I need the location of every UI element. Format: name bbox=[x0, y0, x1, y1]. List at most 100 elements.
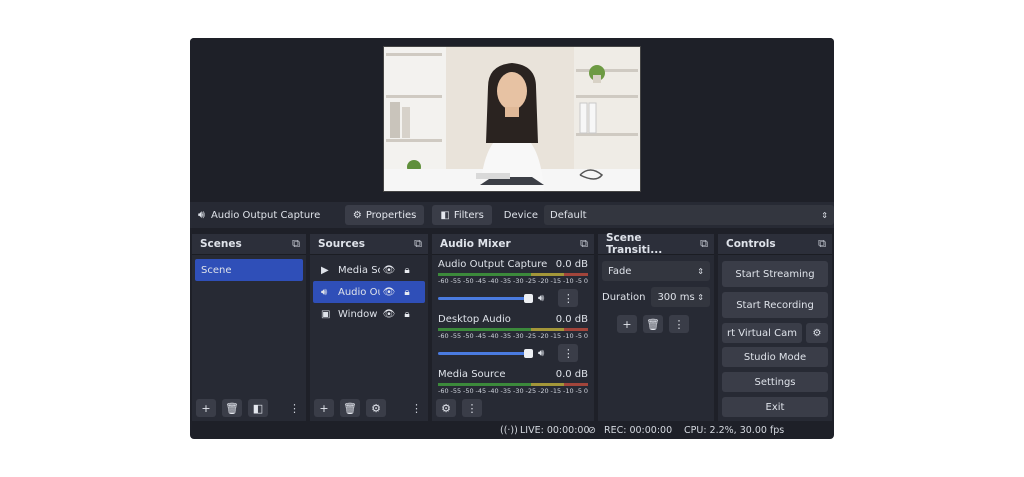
trash-icon[interactable]: 🗑︎ bbox=[222, 399, 242, 417]
transitions-header: Scene Transiti... ⧉ bbox=[598, 232, 714, 256]
channel-name: Audio Output Capture bbox=[438, 259, 548, 270]
filters-button[interactable]: ◧ Filters bbox=[432, 205, 492, 225]
scene-item[interactable]: Scene bbox=[195, 259, 303, 281]
tick: -55 bbox=[450, 277, 462, 285]
sources-footer: + 🗑︎ ⚙ ⋮ bbox=[310, 395, 428, 421]
meter-ticks: -60 -55 -50 -45 -40 -35 -30 -25 -20 -15 -10 -5 0 bbox=[438, 332, 588, 340]
channel-level: 0.0 dB bbox=[555, 259, 588, 270]
source-item-window[interactable]: ▣ Window C 👁︎ 🔒︎ bbox=[313, 303, 425, 325]
undock-icon[interactable]: ⧉ bbox=[414, 237, 422, 251]
tick: -50 bbox=[463, 387, 474, 395]
meter-ticks: -60 -55 -50 -45 -40 -35 -30 -25 -20 -15 -10 -5 0 bbox=[438, 277, 588, 285]
device-label: Device bbox=[503, 209, 538, 221]
transition-select[interactable]: Fade ⇕ bbox=[602, 261, 710, 281]
tick: -40 bbox=[488, 332, 499, 340]
start-recording-button[interactable]: Start Recording bbox=[722, 292, 828, 318]
tick: -40 bbox=[488, 387, 499, 395]
mixer-channels: Audio Output Capture 0.0 dB -60 -55 -50 -45… bbox=[432, 255, 594, 395]
kebab-menu-icon[interactable]: ⋮ bbox=[558, 344, 579, 362]
tick: -20 bbox=[538, 277, 549, 285]
source-item-audio[interactable]: 🔊︎ Audio Ou 👁︎ 🔒︎ bbox=[313, 281, 425, 303]
scenes-footer: + 🗑︎ ◧ ⋮ bbox=[192, 395, 306, 421]
undock-icon[interactable]: ⧉ bbox=[818, 237, 826, 251]
meter-ticks: -60 -55 -50 -45 -40 -35 -30 -25 -20 -15 -10 -5 0 bbox=[438, 387, 588, 395]
slider-handle[interactable] bbox=[524, 293, 533, 303]
virtual-cam-label: rt Virtual Cam bbox=[727, 327, 797, 339]
selected-source: 🔊︎ Audio Output Capture bbox=[198, 208, 339, 222]
obs-window: 🔊︎ Audio Output Capture ⚙ Properties ◧ F… bbox=[190, 38, 834, 439]
start-streaming-button[interactable]: Start Streaming bbox=[722, 261, 828, 287]
exit-button[interactable]: Exit bbox=[722, 397, 828, 417]
source-item-label: Window C bbox=[338, 308, 380, 320]
tick: -20 bbox=[538, 332, 549, 340]
exit-label: Exit bbox=[765, 401, 785, 413]
filter-icon: ◧ bbox=[440, 209, 450, 221]
updown-icon: ⇕ bbox=[821, 210, 828, 220]
transitions-title: Scene Transiti... bbox=[606, 232, 663, 256]
sources-header: Sources ⧉ bbox=[310, 234, 428, 255]
lock-icon[interactable]: 🔒︎ bbox=[398, 287, 416, 298]
start-virtual-cam-button[interactable]: rt Virtual Cam bbox=[722, 323, 802, 343]
properties-button[interactable]: ⚙ Properties bbox=[344, 205, 425, 225]
scenes-title: Scenes bbox=[200, 238, 242, 250]
volume-slider[interactable] bbox=[438, 348, 533, 358]
properties-label: Properties bbox=[365, 209, 417, 221]
channel-level: 0.0 dB bbox=[555, 314, 588, 325]
slider-handle[interactable] bbox=[524, 348, 533, 358]
duration-value: 300 ms bbox=[657, 291, 695, 303]
speaker-icon: 🔊︎ bbox=[321, 286, 328, 298]
updown-icon: ⇕ bbox=[697, 292, 704, 302]
kebab-menu-icon[interactable]: ⋮ bbox=[558, 289, 579, 307]
gear-icon[interactable]: ⚙ bbox=[366, 399, 386, 417]
tick: -5 bbox=[575, 277, 582, 285]
sources-dock: Sources ⧉ ▶ Media So 👁︎ 🔒︎ 🔊︎ Audio Ou 👁… bbox=[310, 234, 428, 421]
filter-icon[interactable]: ◧ bbox=[248, 399, 268, 417]
source-item-media[interactable]: ▶ Media So 👁︎ 🔒︎ bbox=[313, 259, 425, 281]
duration-spinbox[interactable]: 300 ms ⇕ bbox=[651, 287, 710, 307]
preview-area bbox=[190, 38, 834, 198]
device-select[interactable]: Default ⇕ bbox=[544, 205, 834, 225]
volume-meter bbox=[438, 383, 588, 386]
tick: -35 bbox=[500, 332, 512, 340]
kebab-menu-icon[interactable]: ⋮ bbox=[411, 402, 422, 415]
eye-icon[interactable]: 👁︎ bbox=[380, 309, 398, 320]
channel-name: Desktop Audio bbox=[438, 314, 511, 325]
kebab-menu-icon[interactable]: ⋮ bbox=[462, 399, 482, 417]
source-item-label: Audio Ou bbox=[338, 286, 380, 298]
tick: -40 bbox=[488, 277, 499, 285]
tick: -10 bbox=[563, 277, 574, 285]
tick: -50 bbox=[463, 277, 474, 285]
scene-item-label: Scene bbox=[201, 264, 232, 276]
volume-slider[interactable] bbox=[438, 293, 533, 303]
gear-icon[interactable]: ⚙ bbox=[806, 323, 828, 343]
undock-icon[interactable]: ⧉ bbox=[580, 237, 588, 251]
add-icon[interactable]: + bbox=[314, 399, 334, 417]
trash-icon[interactable]: 🗑︎ bbox=[643, 315, 663, 333]
tick: -20 bbox=[538, 387, 549, 395]
tick: -50 bbox=[463, 332, 474, 340]
kebab-menu-icon[interactable]: ⋮ bbox=[669, 315, 689, 333]
undock-icon[interactable]: ⧉ bbox=[700, 237, 708, 251]
add-icon[interactable]: + bbox=[196, 399, 216, 417]
transitions-dock: Scene Transiti... ⧉ Fade ⇕ Duration 300 … bbox=[598, 232, 714, 421]
eye-icon[interactable]: 👁︎ bbox=[380, 265, 398, 276]
trash-icon[interactable]: 🗑︎ bbox=[340, 399, 360, 417]
studio-mode-button[interactable]: Studio Mode bbox=[722, 347, 828, 367]
duration-label: Duration bbox=[602, 291, 646, 303]
add-icon[interactable]: + bbox=[617, 315, 637, 333]
live-timer: LIVE: 00:00:00 bbox=[520, 425, 590, 436]
eye-icon[interactable]: 👁︎ bbox=[380, 287, 398, 298]
kebab-menu-icon[interactable]: ⋮ bbox=[289, 402, 300, 415]
duration-row: Duration 300 ms ⇕ bbox=[602, 287, 710, 307]
speaker-icon[interactable]: 🔊︎ bbox=[538, 348, 544, 359]
lock-icon[interactable]: 🔒︎ bbox=[398, 309, 416, 320]
tick: -30 bbox=[513, 387, 524, 395]
undock-icon[interactable]: ⧉ bbox=[292, 237, 300, 251]
preview-canvas[interactable] bbox=[383, 46, 641, 192]
tick: -5 bbox=[575, 387, 582, 395]
gears-icon[interactable]: ⚙ bbox=[436, 399, 456, 417]
speaker-icon[interactable]: 🔊︎ bbox=[538, 293, 544, 304]
lock-icon[interactable]: 🔒︎ bbox=[398, 265, 416, 276]
live-icon: ((·)) bbox=[500, 425, 518, 436]
settings-button[interactable]: Settings bbox=[722, 372, 828, 392]
